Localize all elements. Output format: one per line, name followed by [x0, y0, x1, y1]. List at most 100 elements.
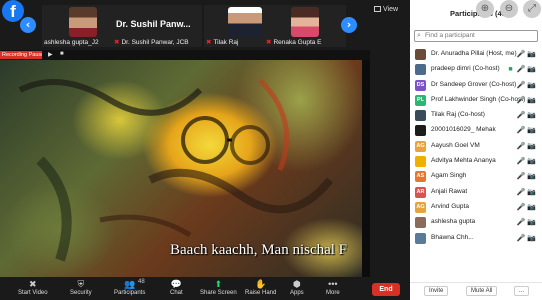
zoom-in-button[interactable]: ⊕: [476, 0, 494, 18]
participant-row[interactable]: AR Anjali Rawat 🎤 📷: [410, 185, 542, 200]
participant-count: 48: [138, 279, 145, 285]
participant-status: 🎤 📷: [513, 157, 536, 165]
participant-status: 🎤 📷: [513, 142, 536, 150]
invite-button[interactable]: Invite: [424, 286, 449, 296]
participant-name: Anjali Rawat: [431, 187, 468, 195]
video-off-icon: 📷: [527, 81, 536, 89]
participant-status: 🎤 📷: [513, 188, 536, 196]
video-strip: f ‹ ashlesha gupta_J2 Dr. Sushil Panw...…: [0, 0, 410, 48]
avatar: [415, 64, 426, 76]
chat-icon: 💬: [170, 279, 182, 289]
mic-muted-icon: 🎤: [516, 203, 526, 211]
participant-name: 20001016029_ Mehak: [431, 126, 496, 134]
mic-muted-icon: 🎤: [516, 142, 526, 150]
participants-panel: Participants (48) ⊕ ⊖ ⤢ ⌕ Find a partici…: [410, 0, 542, 300]
security-button[interactable]: ⛨ Security: [70, 279, 92, 296]
participant-name: Advitya Mehta Ananya: [431, 157, 496, 165]
mic-muted-icon: 🎤: [516, 188, 526, 196]
expand-icon: ⤢: [528, 3, 536, 14]
grid-view-icon: [374, 6, 381, 12]
zoom-out-icon: ⊖: [504, 3, 514, 14]
participant-row[interactable]: AG Arvind Gupta 🎤 📷: [410, 200, 542, 215]
mic-muted-icon: ✖: [266, 39, 272, 46]
expand-button[interactable]: ⤢: [523, 0, 541, 18]
participant-name: ashlesha gupta: [431, 218, 476, 226]
participant-list: Dr. Anuradha Pillai (Host, me) 🎤 📷 pradeep …: [410, 47, 542, 246]
share-screen-icon: ⬆: [214, 279, 223, 289]
avatar: AG: [415, 201, 426, 213]
prev-page-button[interactable]: ‹: [20, 17, 36, 33]
participant-row[interactable]: DS Dr Sandeep Grover (Co-host) 🎤 📷: [410, 78, 542, 93]
view-button[interactable]: View: [374, 6, 404, 18]
participant-status: 🎤 📷: [513, 126, 536, 134]
mic-muted-icon: 🎤: [516, 158, 526, 166]
raise-hand-button[interactable]: ✋ Raise Hand: [245, 279, 276, 296]
video-off-icon: 📷: [527, 112, 536, 120]
apps-icon: ⬢: [292, 279, 301, 289]
search-icon: ⌕: [417, 32, 421, 39]
participant-row[interactable]: PL Prof Lakhwinder Singh (Co-host) 🎤 📷: [410, 93, 542, 108]
participant-status: 🎤 📷: [513, 96, 536, 104]
participant-row[interactable]: AG Aayush Goel VM 🎤 📷: [410, 139, 542, 154]
mute-all-button[interactable]: Mute All: [466, 286, 498, 296]
participant-name: Arvind Gupta: [431, 202, 469, 210]
participant-row[interactable]: Advitya Mehta Ananya 🎤 📷: [410, 154, 542, 169]
participant-name: Agam Singh: [431, 172, 467, 180]
video-off-icon: 📷: [527, 234, 536, 242]
participant-name: Tilak Raj (Co-host): [431, 111, 485, 119]
more-options-button[interactable]: ...: [514, 286, 530, 296]
participant-status: ■ 🎤 📷: [508, 65, 536, 73]
avatar: AS: [415, 171, 426, 183]
avatar: PL: [415, 94, 426, 106]
participant-status: 🎤 📷: [513, 172, 536, 180]
tile-big-name: Dr. Sushil Panw...: [116, 19, 191, 29]
video-off-icon: 📷: [527, 142, 536, 150]
participants-button[interactable]: 👥 48 Participants: [114, 279, 145, 296]
video-caption: Baach kaachh, Man nischal F: [170, 242, 348, 258]
video-tile[interactable]: ✖ Renaka Gupta E: [264, 5, 346, 47]
avatar: [415, 49, 426, 60]
people-icon: 👥: [124, 279, 136, 289]
apps-button[interactable]: ⬢ Apps: [290, 279, 304, 296]
start-video-button[interactable]: ✖ Start Video: [18, 279, 48, 296]
mic-muted-icon: 🎤: [516, 219, 526, 227]
end-meeting-button[interactable]: End: [372, 283, 400, 296]
avatar: [415, 217, 426, 229]
meeting-toolbar: ✖ Start Video ⛨ Security 👥 48 Participan…: [0, 277, 410, 300]
recording-bar: Recording Paused ▶ ■: [0, 50, 370, 60]
more-icon: •••: [328, 279, 338, 289]
mic-muted-icon: ✖: [206, 39, 212, 46]
participant-name: Bhawna Chh...: [431, 233, 474, 241]
participant-row[interactable]: pradeep dimri (Co-host) ■ 🎤 📷: [410, 62, 542, 77]
video-off-icon: 📷: [527, 173, 536, 181]
zoom-out-button[interactable]: ⊖: [500, 0, 518, 18]
video-off-icon: 📷: [527, 96, 536, 104]
share-screen-button[interactable]: ⬆ Share Screen: [200, 279, 237, 296]
video-tile[interactable]: Dr. Sushil Panw... ✖ Dr. Sushil Panwar, J…: [112, 5, 202, 47]
participant-status: 🎤 📷: [513, 81, 536, 89]
tile-name: ashlesha gupta_J2: [44, 39, 99, 46]
video-off-icon: 📷: [527, 188, 536, 196]
participant-row[interactable]: ashlesha gupta 🎤 📷: [410, 215, 542, 230]
participant-row[interactable]: 20001016029_ Mehak 🎤 📷: [410, 123, 542, 138]
more-button[interactable]: ••• More: [326, 279, 340, 296]
participant-search-input[interactable]: ⌕ Find a participant: [414, 30, 538, 42]
mic-muted-icon: ✖: [114, 39, 120, 46]
avatar: [415, 232, 426, 244]
next-page-button[interactable]: ›: [341, 17, 357, 33]
resume-recording-button[interactable]: ▶: [48, 51, 53, 58]
participant-row[interactable]: Dr. Anuradha Pillai (Host, me) 🎤 📷: [410, 47, 542, 62]
mic-muted-icon: 🎤: [516, 81, 526, 89]
participant-status: 🎤 📷: [513, 218, 536, 226]
video-side-bar: [362, 60, 370, 277]
stop-recording-button[interactable]: ■: [60, 51, 64, 57]
video-off-icon: 📷: [527, 66, 536, 74]
participant-row[interactable]: Bhawna Chh... 🎤 📷: [410, 231, 542, 246]
participant-row[interactable]: AS Agam Singh 🎤 📷: [410, 169, 542, 184]
chat-button[interactable]: 💬 Chat: [170, 279, 183, 296]
mic-muted-icon: 🎤: [516, 173, 526, 181]
meeting-area: f ‹ ashlesha gupta_J2 Dr. Sushil Panw...…: [0, 0, 410, 300]
participant-photo: [69, 7, 97, 37]
avatar: [415, 156, 426, 168]
participant-row[interactable]: Tilak Raj (Co-host) 🎤 📷: [410, 108, 542, 123]
